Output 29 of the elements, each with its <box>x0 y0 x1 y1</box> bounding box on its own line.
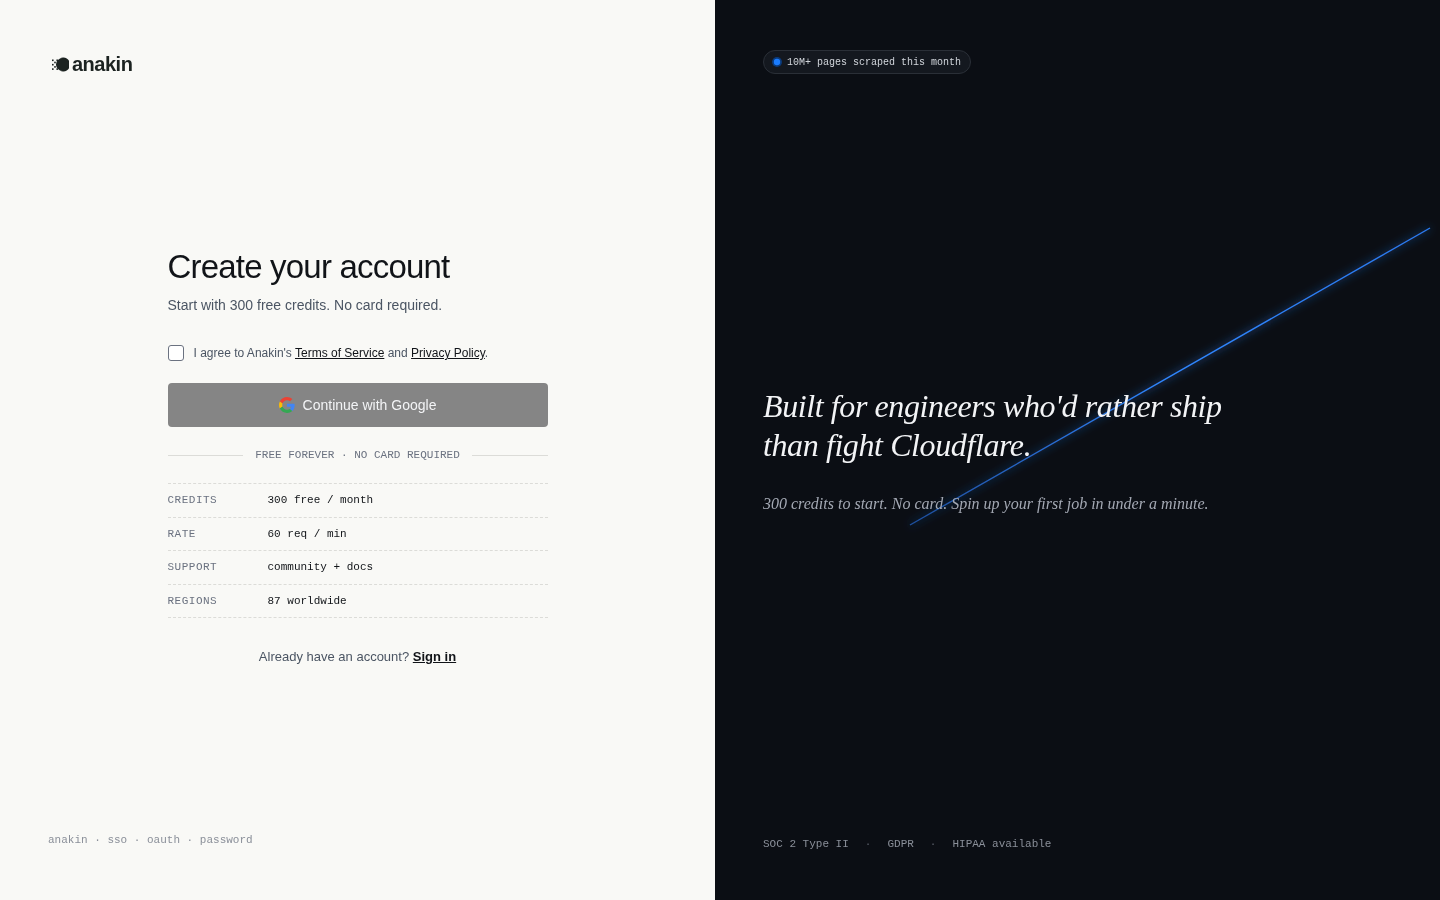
plan-label: SUPPORT <box>167 560 219 575</box>
signin-link[interactable]: Sign in <box>412 649 457 664</box>
plan-label: REGIONS <box>167 593 219 609</box>
plan-label: RATE <box>167 526 197 542</box>
auth-methods-text: anakin · sso · oauth · password <box>48 834 253 846</box>
subtitle: Start with 300 free credits. No card required. <box>167 296 444 315</box>
logo-icon <box>52 55 69 73</box>
plan-value: community + docs <box>267 560 374 575</box>
consent-checkbox[interactable] <box>167 345 184 361</box>
signin-text: Already have an account? Sign in <box>257 648 458 666</box>
privacy-link[interactable]: Privacy Policy <box>411 346 485 360</box>
compliance-label: GDPR <box>887 837 914 851</box>
hero-tagline: 300 credits to start. No card. Spin up your first job in under a minute. <box>763 493 1209 515</box>
separator-dot: · <box>864 837 872 851</box>
compliance-label: SOC 2 Type II <box>763 837 849 851</box>
status-dot-icon <box>772 57 782 67</box>
badge-text: 10M+ pages scraped this month <box>787 55 962 70</box>
separator-dot: · <box>929 837 937 851</box>
plan-value: 87 worldwide <box>267 593 347 609</box>
plan-value: 60 req / min <box>267 526 347 542</box>
divider-label: FREE FOREVER · NO CARD REQUIRED <box>255 448 460 463</box>
brand-name: anakin <box>72 53 133 75</box>
terms-link[interactable]: Terms of Service <box>295 346 385 360</box>
compliance-label: HIPAA available <box>952 837 1052 851</box>
page-title: Create your account <box>167 247 451 287</box>
plan-value: 300 free / month <box>267 493 374 508</box>
google-icon <box>278 397 295 413</box>
consent-text: I agree to Anakin's Terms of Service and Privacy Policy. <box>193 345 489 361</box>
plan-label: CREDITS <box>167 493 219 508</box>
